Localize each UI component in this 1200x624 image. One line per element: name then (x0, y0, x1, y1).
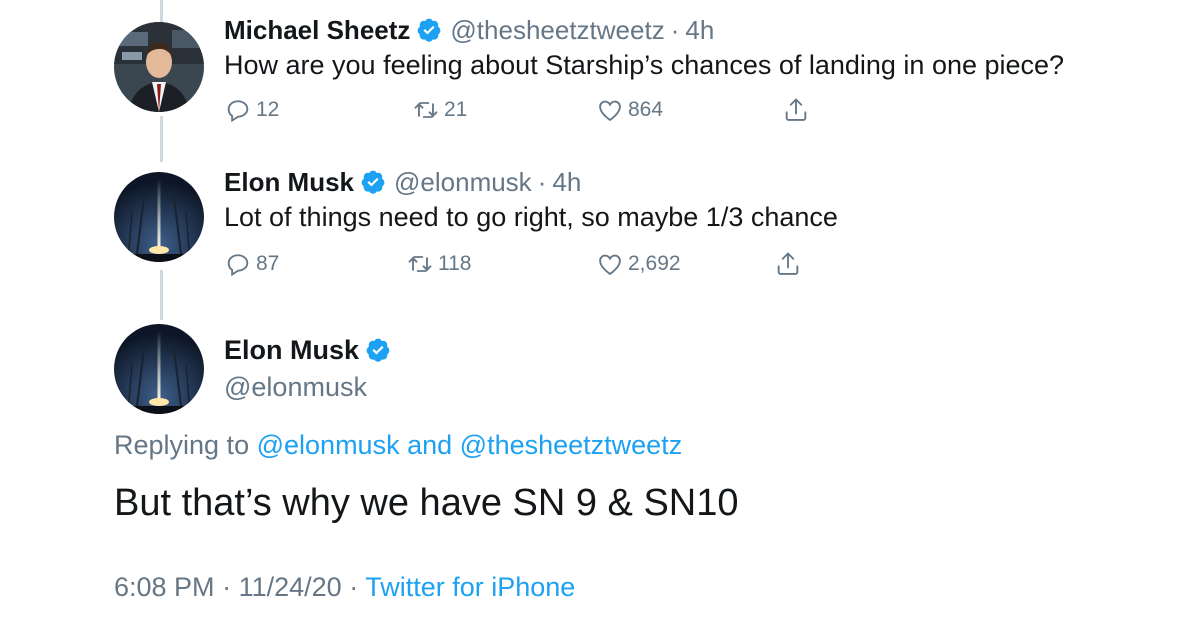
share-button[interactable] (774, 248, 806, 280)
reply-button[interactable]: 12 (224, 94, 279, 126)
replying-user-link-1[interactable]: @elonmusk (257, 430, 400, 460)
tweet-2-author-name[interactable]: Elon Musk (224, 166, 354, 198)
focused-tweet-text: But that’s why we have SN 9 & SN10 (114, 482, 739, 524)
tweet-meta: 6:08 PM · 11/24/20 · Twitter for iPhone (114, 570, 575, 604)
tweet-time[interactable]: 6:08 PM (114, 572, 215, 602)
verified-icon (360, 169, 386, 195)
tweet-2-actions: 87 118 2,692 (224, 248, 824, 280)
tweet-1-text: How are you feeling about Starship’s cha… (224, 50, 1065, 80)
verified-icon (416, 17, 442, 43)
replying-user-link-2[interactable]: @thesheetztweetz (460, 430, 683, 460)
avatar-elon-musk[interactable] (114, 172, 204, 262)
tweet-2-separator: · (537, 167, 547, 197)
tweet-2-header: Elon Musk @elonmusk · 4h (224, 166, 581, 198)
retweet-count: 21 (444, 98, 468, 121)
like-button[interactable]: 2,692 (596, 248, 681, 280)
tweet-source-link[interactable]: Twitter for iPhone (365, 572, 575, 602)
replying-and[interactable]: and (407, 430, 452, 460)
reply-icon (224, 250, 252, 278)
tweet-1-separator: · (670, 15, 680, 45)
focused-author-name[interactable]: Elon Musk (224, 333, 359, 367)
share-button[interactable] (782, 94, 814, 126)
retweet-count: 118 (438, 252, 472, 275)
tweet-date[interactable]: 11/24/20 (239, 572, 342, 602)
thread-line-2 (160, 270, 163, 320)
meta-separator: · (349, 572, 359, 602)
tweet-1-actions: 12 21 864 (224, 94, 824, 126)
thread-line-1 (160, 116, 163, 162)
tweet-2-time[interactable]: 4h (552, 166, 581, 198)
thread-line-top (160, 0, 163, 22)
like-count: 864 (628, 98, 664, 121)
reply-icon (224, 96, 252, 124)
focused-author: Elon Musk (224, 333, 399, 367)
retweet-button[interactable]: 118 (406, 248, 471, 280)
replying-to: Replying to @elonmusk and @thesheetztwee… (114, 428, 682, 462)
verified-icon (365, 337, 391, 363)
reply-button[interactable]: 87 (224, 248, 279, 280)
tweet-2-handle[interactable]: @elonmusk (394, 166, 532, 198)
avatar-elon-musk-focused[interactable] (114, 324, 204, 414)
tweet-2-text: Lot of things need to go right, so maybe… (224, 202, 838, 232)
meta-separator: · (222, 572, 232, 602)
like-count: 2,692 (628, 252, 681, 275)
reply-count: 12 (256, 98, 280, 121)
share-icon (782, 96, 810, 124)
avatar-michael-sheetz[interactable] (114, 22, 204, 112)
retweet-icon (406, 250, 434, 278)
like-button[interactable]: 864 (596, 94, 663, 126)
retweet-icon (412, 96, 440, 124)
heart-icon (596, 250, 624, 278)
tweet-1-author-name[interactable]: Michael Sheetz (224, 14, 410, 46)
retweet-button[interactable]: 21 (412, 94, 467, 126)
heart-icon (596, 96, 624, 124)
replying-prefix: Replying to (114, 430, 250, 460)
focused-handle[interactable]: @elonmusk (224, 370, 367, 404)
share-icon (774, 250, 802, 278)
tweet-1-header: Michael Sheetz @thesheetztweetz · 4h (224, 14, 714, 46)
tweet-1-handle[interactable]: @thesheetztweetz (450, 14, 664, 46)
reply-count: 87 (256, 252, 280, 275)
tweet-1-time[interactable]: 4h (685, 14, 714, 46)
